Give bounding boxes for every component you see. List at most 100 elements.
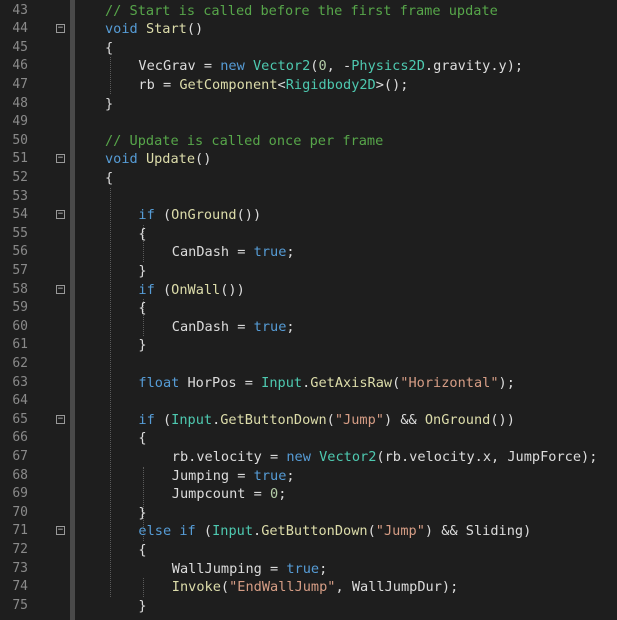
code-line[interactable]: 65 − if (Input.GetButtonDown("Jump") && On… [0, 411, 617, 430]
code-line[interactable]: 70} [0, 504, 617, 523]
code-line[interactable]: 68 Jumping = true; [0, 467, 617, 486]
code-token: , WallJumpDur); [335, 579, 459, 596]
code-text: if (OnWall()) [138, 281, 244, 300]
code-token: { [138, 225, 147, 242]
code-line[interactable]: 59 { [0, 299, 617, 318]
code-token: ( [367, 523, 376, 540]
line-number: 47 [12, 76, 28, 92]
code-token: ( [195, 523, 213, 540]
code-line[interactable]: 44 − void Start() [0, 20, 617, 39]
code-text: { [105, 169, 113, 188]
code-line[interactable]: 56 CanDash = true; [0, 243, 617, 262]
code-text: { [138, 541, 146, 560]
code-line[interactable]: 54 − if (OnGround()) [0, 206, 617, 225]
code-line[interactable]: 69 Jumpcount = 0; [0, 485, 617, 504]
code-line[interactable]: 55 { [0, 225, 617, 244]
code-editor[interactable]: 43 // Start is called before the first fr… [0, 0, 617, 620]
code-line[interactable]: 45 { [0, 39, 617, 58]
code-line[interactable]: 49 [0, 113, 617, 132]
line-number: 75 [12, 597, 28, 613]
code-line[interactable]: 60 CanDash = true; [0, 318, 617, 337]
line-number: 67 [12, 448, 28, 464]
code-line[interactable]: 43 // Start is called before the first fr… [0, 2, 617, 21]
collapse-icon[interactable]: − [56, 24, 65, 34]
code-line[interactable]: 64 [0, 392, 617, 411]
line-number: 53 [12, 188, 28, 204]
line-number: 63 [12, 374, 28, 390]
code-token: Jumpcount = [171, 486, 271, 503]
code-token: "Horizontal" [400, 374, 499, 391]
code-text: // Start is called before the first fram… [105, 2, 498, 21]
code-token: WallJumping = [171, 560, 287, 577]
code-token: ; [319, 560, 328, 577]
code-line[interactable]: 52 { [0, 169, 617, 188]
code-text: else if (Input.GetButtonDown("Jump") && … [138, 522, 531, 541]
code-token: GetButtonDown [261, 523, 368, 540]
code-line[interactable]: 63 float HorPos = Input.GetAxisRaw("Horiz… [0, 374, 617, 393]
line-number: 45 [12, 39, 28, 55]
code-token: true [286, 560, 320, 577]
code-token: } [105, 95, 114, 112]
line-number: 52 [12, 169, 28, 185]
code-token: . [253, 523, 262, 540]
code-token: { [105, 39, 114, 56]
code-line[interactable]: 75} [0, 597, 617, 616]
code-token: rb.velocity = [171, 448, 287, 465]
code-token: ; [278, 486, 287, 503]
code-token: 0 [318, 58, 327, 75]
code-text: float HorPos = Input.GetAxisRaw("Horizon… [138, 374, 515, 393]
code-token: if [138, 207, 155, 224]
code-line[interactable]: 66 { [0, 429, 617, 448]
code-token: Jumping = [171, 467, 254, 484]
code-text: } [138, 336, 146, 355]
collapse-icon[interactable]: − [56, 284, 65, 294]
code-line[interactable]: 47 rb = GetComponent<Rigidbody2D>(); [0, 76, 617, 95]
code-line[interactable]: 51 − void Update() [0, 150, 617, 169]
code-line[interactable]: 58 − if (OnWall()) [0, 281, 617, 300]
code-line[interactable]: 74 Invoke("EndWallJump", WallJumpDur); [0, 578, 617, 597]
code-text: Jumpcount = 0; [172, 485, 287, 504]
code-token: >(); [375, 76, 409, 93]
code-line[interactable]: 72 { [0, 541, 617, 560]
code-text: void Update() [105, 150, 211, 169]
code-text: } [138, 504, 146, 523]
line-number: 56 [12, 244, 28, 260]
code-line[interactable]: 53 [0, 188, 617, 207]
code-token: Update [145, 151, 196, 168]
code-token: ()) [236, 207, 262, 224]
code-line[interactable]: 73 WallJumping = true; [0, 560, 617, 579]
code-token: void [105, 21, 138, 38]
code-line[interactable]: 67 rb.velocity = new Vector2(rb.velocity.… [0, 448, 617, 467]
collapse-icon[interactable]: − [56, 526, 65, 536]
code-line[interactable]: 46 VecGrav = new Vector2(0, -Physics2D.gr… [0, 57, 617, 76]
code-line[interactable]: 71− else if (Input.GetButtonDown("Jump") … [0, 522, 617, 541]
code-token: GetButtonDown [220, 411, 327, 428]
line-number: 46 [12, 58, 28, 74]
code-text: WallJumping = true; [172, 560, 328, 579]
code-line[interactable]: 57} [0, 262, 617, 281]
collapse-icon[interactable]: − [56, 414, 65, 424]
code-line[interactable]: 50 // Update is called once per frame [0, 132, 617, 151]
code-text: CanDash = true; [172, 318, 295, 337]
code-token: float [138, 374, 180, 391]
code-token: Input [171, 411, 213, 428]
code-token: ( [154, 281, 172, 298]
code-token: HorPos = [179, 374, 262, 391]
code-token: CanDash = [171, 318, 254, 335]
code-text: } [138, 597, 146, 616]
code-text: CanDash = true; [172, 243, 295, 262]
code-token: ; [286, 244, 295, 261]
code-token: ()) [220, 281, 245, 298]
line-number: 72 [12, 541, 28, 557]
collapse-icon[interactable]: − [56, 154, 65, 164]
code-token: ( [220, 579, 230, 596]
code-line[interactable]: 62 [0, 355, 617, 374]
code-token: ()) [490, 411, 515, 428]
line-number: 66 [12, 430, 28, 446]
code-token: OnGround [424, 411, 491, 428]
code-token: < [277, 76, 286, 93]
code-line[interactable]: 48} [0, 95, 617, 114]
code-line[interactable]: 61} [0, 336, 617, 355]
collapse-icon[interactable]: − [56, 210, 65, 220]
code-token: { [105, 169, 114, 186]
